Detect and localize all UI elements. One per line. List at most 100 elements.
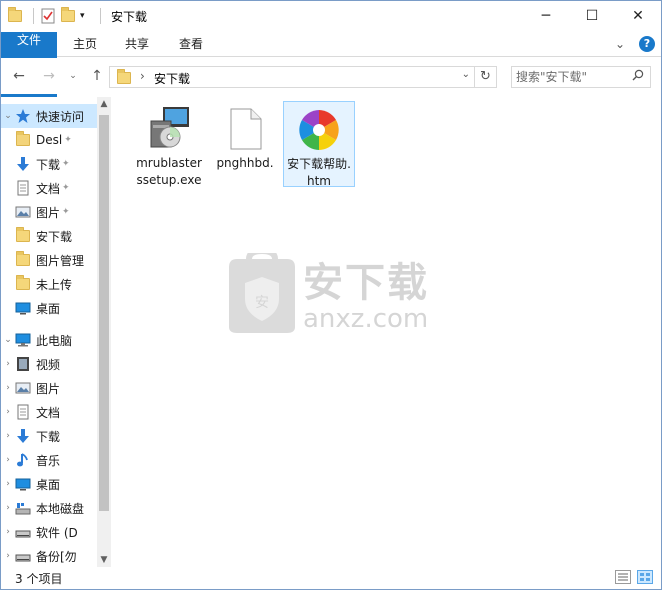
- sidebar-item-quick-access[interactable]: ⌄ 快速访问: [1, 104, 97, 128]
- installer-icon: [145, 105, 193, 153]
- file-item[interactable]: pnghhbd.: [209, 101, 281, 187]
- ribbon-tabs: 文件 主页 共享 查看 ⌄ ?: [1, 32, 661, 118]
- sidebar-item-desktop[interactable]: 桌面: [1, 296, 97, 320]
- window-title: 安下载: [111, 10, 148, 24]
- folder-icon: [116, 69, 132, 84]
- scroll-up-icon[interactable]: ▲: [97, 99, 111, 109]
- sidebar-item-backup-drive[interactable]: › 备份[勿: [1, 544, 97, 567]
- sidebar-item-desktop-pc[interactable]: › 桌面: [1, 472, 97, 496]
- chevron-right-icon[interactable]: ›: [1, 503, 15, 513]
- folder-icon: [15, 131, 31, 148]
- folder-icon: [15, 251, 31, 268]
- forward-button[interactable]: →: [39, 66, 59, 86]
- navigation-bar: ← → ⌄ ↑ › 安下载 ⌄ ↻: [1, 58, 661, 94]
- chevron-right-icon[interactable]: ›: [1, 527, 15, 537]
- separator: [100, 8, 101, 24]
- sidebar-item-picture-manager[interactable]: 图片管理: [1, 248, 97, 272]
- folder-icon: [15, 275, 31, 292]
- breadcrumb[interactable]: 安下载: [154, 70, 190, 87]
- video-icon: [15, 356, 31, 372]
- sidebar-item-label: 下载: [36, 429, 61, 444]
- chevron-right-icon[interactable]: ›: [1, 383, 15, 393]
- up-button[interactable]: ↑: [87, 66, 107, 86]
- tab-home[interactable]: 主页: [61, 32, 109, 57]
- folder-icon: [7, 7, 23, 24]
- pin-icon: ✦: [62, 207, 70, 217]
- search-input[interactable]: [516, 69, 626, 85]
- sidebar-item-label: 图片: [36, 205, 61, 220]
- ribbon-controls: ⌄ ?: [615, 36, 655, 52]
- search-box[interactable]: [511, 66, 651, 88]
- view-toggle: [615, 570, 653, 584]
- sidebar-item-local-disk[interactable]: › 本地磁盘: [1, 496, 97, 520]
- sidebar-item-this-pc[interactable]: ⌄ 此电脑: [1, 328, 97, 352]
- details-view-icon[interactable]: [615, 570, 631, 584]
- file-name: mrublasterssetup.exe: [136, 156, 202, 187]
- minimize-button[interactable]: ─: [523, 1, 569, 31]
- sidebar-item-desktop-pinned[interactable]: Desl ✦: [1, 128, 97, 152]
- chevron-right-icon[interactable]: ›: [1, 455, 15, 465]
- sidebar-item-label: 文档: [36, 405, 61, 420]
- ribbon-expand-icon[interactable]: ⌄: [615, 37, 625, 51]
- drive-icon: [15, 524, 31, 540]
- sidebar-item-pictures[interactable]: › 图片: [1, 376, 97, 400]
- file-item[interactable]: mrublasterssetup.exe: [133, 101, 205, 187]
- chevron-right-icon[interactable]: ›: [1, 479, 15, 489]
- watermark-logo: 安 安下载 anxz.com: [223, 247, 443, 337]
- chevron-right-icon[interactable]: ›: [1, 359, 15, 369]
- chevron-right-icon[interactable]: ›: [1, 407, 15, 417]
- computer-icon: [15, 332, 31, 348]
- recent-locations-button[interactable]: ⌄: [63, 66, 83, 86]
- navigation-pane: ⌄ 快速访问 Desl ✦ 下载 ✦ 文档 ✦ 图片 ✦ 安下载 图片管理 未上…: [1, 97, 111, 567]
- chevron-right-icon[interactable]: ›: [1, 551, 15, 561]
- breadcrumb-chevron-icon[interactable]: ›: [140, 69, 145, 83]
- picture-icon: [15, 204, 31, 220]
- blank-file-icon: [221, 105, 269, 153]
- sidebar-item-downloads[interactable]: › 下载: [1, 424, 97, 448]
- tab-view[interactable]: 查看: [167, 32, 215, 57]
- item-count: 3 个项目: [15, 572, 63, 586]
- sidebar-item-label: 备份[勿: [36, 549, 77, 564]
- sidebar-item-music[interactable]: › 音乐: [1, 448, 97, 472]
- maximize-button[interactable]: ☐: [569, 1, 615, 31]
- chevron-down-icon[interactable]: ⌄: [1, 335, 15, 345]
- sidebar-item-anxiazai[interactable]: 安下载: [1, 224, 97, 248]
- sidebar-item-documents[interactable]: › 文档: [1, 400, 97, 424]
- address-dropdown-icon[interactable]: ⌄: [462, 69, 470, 80]
- disk-icon: [15, 500, 31, 516]
- quick-access-toolbar: ▾: [7, 7, 107, 25]
- sidebar-item-videos[interactable]: › 视频: [1, 352, 97, 376]
- file-name: pnghhbd.: [216, 156, 274, 170]
- address-bar[interactable]: › 安下载 ⌄ ↻: [109, 66, 497, 88]
- refresh-button[interactable]: ↻: [474, 67, 496, 87]
- scroll-down-icon[interactable]: ▼: [97, 555, 111, 565]
- sidebar-item-label: 图片: [36, 381, 61, 396]
- navpane-scrollbar[interactable]: ▲ ▼: [97, 97, 111, 567]
- sidebar-item-pictures-pinned[interactable]: 图片 ✦: [1, 200, 97, 224]
- sidebar-item-downloads-pinned[interactable]: 下载 ✦: [1, 152, 97, 176]
- sidebar-item-label: 软件 (D: [36, 525, 78, 540]
- help-icon[interactable]: ?: [639, 36, 655, 52]
- desktop-icon: [15, 300, 31, 316]
- properties-icon[interactable]: [40, 8, 56, 24]
- chevron-right-icon[interactable]: ›: [1, 431, 15, 441]
- sidebar-item-label: 未上传: [36, 277, 73, 292]
- sidebar-item-not-uploaded[interactable]: 未上传: [1, 272, 97, 296]
- scroll-thumb[interactable]: [99, 115, 109, 511]
- sidebar-item-label: 视频: [36, 357, 61, 372]
- new-folder-icon[interactable]: [60, 7, 76, 24]
- large-icons-view-icon[interactable]: [637, 570, 653, 584]
- chevron-down-icon[interactable]: ⌄: [1, 111, 15, 121]
- sidebar-item-drive-d[interactable]: › 软件 (D: [1, 520, 97, 544]
- watermark-text-cn: 安下载: [303, 260, 429, 306]
- file-item-selected[interactable]: 安下载帮助.htm: [283, 101, 355, 188]
- customize-qat-icon[interactable]: ▾: [80, 8, 90, 24]
- pin-icon: ✦: [64, 135, 72, 145]
- browser-pinwheel-icon: [295, 106, 343, 154]
- tab-share[interactable]: 共享: [113, 32, 161, 57]
- sidebar-item-documents-pinned[interactable]: 文档 ✦: [1, 176, 97, 200]
- file-name: 安下载帮助.htm: [287, 157, 351, 188]
- close-button[interactable]: ✕: [615, 1, 661, 31]
- back-button[interactable]: ←: [9, 66, 29, 86]
- search-icon[interactable]: [632, 69, 644, 84]
